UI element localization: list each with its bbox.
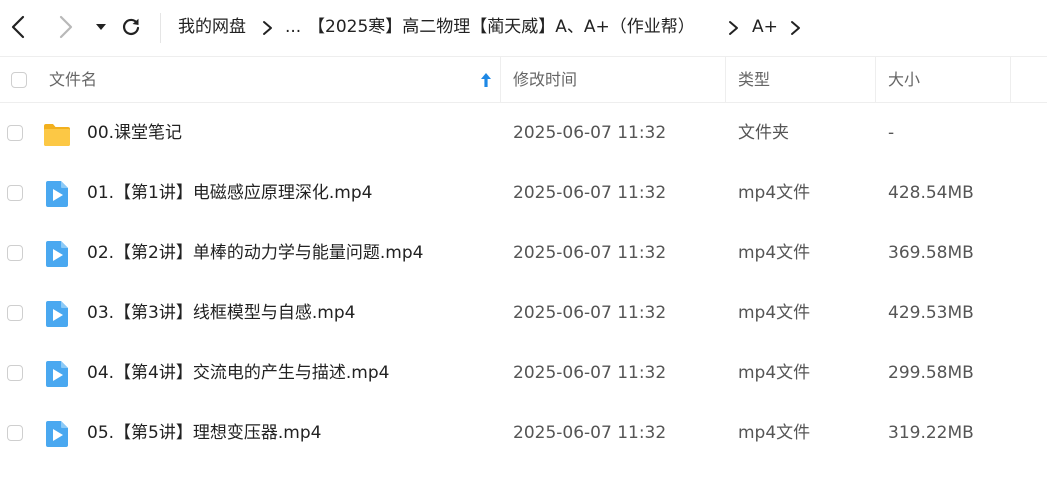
file-type: mp4文件 bbox=[738, 423, 811, 443]
caret-down-icon bbox=[96, 24, 106, 30]
column-divider[interactable] bbox=[500, 57, 501, 102]
column-divider[interactable] bbox=[725, 57, 726, 102]
file-size: 429.53MB bbox=[888, 303, 974, 323]
file-modified-time: 2025-06-07 11:32 bbox=[513, 363, 667, 383]
file-size: 428.54MB bbox=[888, 183, 974, 203]
row-checkbox[interactable] bbox=[7, 425, 23, 441]
video-file-icon bbox=[46, 241, 68, 267]
file-row-folder[interactable]: 00.课堂笔记 2025-06-07 11:32 文件夹 - bbox=[0, 103, 1047, 163]
file-type: mp4文件 bbox=[738, 243, 811, 263]
file-row-video[interactable]: 01.【第1讲】电磁感应原理深化.mp4 2025-06-07 11:32 mp… bbox=[0, 163, 1047, 223]
file-modified-time: 2025-06-07 11:32 bbox=[513, 243, 667, 263]
file-modified-time: 2025-06-07 11:32 bbox=[513, 183, 667, 203]
file-row-video[interactable]: 04.【第4讲】交流电的产生与描述.mp4 2025-06-07 11:32 m… bbox=[0, 343, 1047, 403]
column-divider[interactable] bbox=[875, 57, 876, 102]
file-modified-time: 2025-06-07 11:32 bbox=[513, 423, 667, 443]
file-row-video[interactable]: 05.【第5讲】理想变压器.mp4 2025-06-07 11:32 mp4文件… bbox=[0, 403, 1047, 463]
row-checkbox[interactable] bbox=[7, 125, 23, 141]
file-name[interactable]: 02.【第2讲】单棒的动力学与能量问题.mp4 bbox=[87, 223, 423, 283]
file-size: 299.58MB bbox=[888, 363, 974, 383]
file-type: mp4文件 bbox=[738, 363, 811, 383]
video-file-icon bbox=[46, 361, 68, 387]
row-checkbox[interactable] bbox=[7, 245, 23, 261]
navigation-toolbar: 我的网盘 ... 【2025寒】高二物理【蔺天威】A、A+（作业帮） A+ bbox=[0, 0, 1047, 57]
refresh-button[interactable] bbox=[118, 12, 144, 42]
breadcrumb-item-current[interactable]: A+ bbox=[752, 16, 778, 38]
back-button[interactable] bbox=[5, 12, 31, 42]
breadcrumb-separator-icon bbox=[263, 21, 272, 35]
file-name[interactable]: 04.【第4讲】交流电的产生与描述.mp4 bbox=[87, 343, 389, 403]
chevron-right-icon bbox=[59, 15, 73, 39]
breadcrumb-expand-icon[interactable] bbox=[789, 18, 803, 38]
row-checkbox[interactable] bbox=[7, 185, 23, 201]
video-file-icon bbox=[46, 181, 68, 207]
breadcrumb-item-course[interactable]: 【2025寒】高二物理【蔺天威】A、A+（作业帮） bbox=[308, 16, 695, 38]
file-modified-time: 2025-06-07 11:32 bbox=[513, 303, 667, 323]
file-type: 文件夹 bbox=[738, 123, 789, 143]
sort-up-arrow-icon[interactable] bbox=[478, 71, 494, 89]
file-size: 369.58MB bbox=[888, 243, 974, 263]
forward-button[interactable] bbox=[53, 12, 79, 42]
breadcrumb-item-root[interactable]: 我的网盘 bbox=[178, 16, 246, 38]
chevron-left-icon bbox=[11, 15, 25, 39]
file-type: mp4文件 bbox=[738, 183, 811, 203]
video-file-icon bbox=[46, 421, 68, 447]
file-name[interactable]: 03.【第3讲】线框模型与自感.mp4 bbox=[87, 283, 355, 343]
column-header-modified[interactable]: 修改时间 bbox=[513, 57, 577, 102]
breadcrumb-item-ellipsis[interactable]: ... bbox=[285, 16, 301, 38]
file-row-video[interactable]: 03.【第3讲】线框模型与自感.mp4 2025-06-07 11:32 mp4… bbox=[0, 283, 1047, 343]
column-header-type[interactable]: 类型 bbox=[738, 57, 770, 102]
file-row-video[interactable]: 02.【第2讲】单棒的动力学与能量问题.mp4 2025-06-07 11:32… bbox=[0, 223, 1047, 283]
column-header-name[interactable]: 文件名 bbox=[49, 57, 97, 102]
row-checkbox[interactable] bbox=[7, 365, 23, 381]
video-file-icon bbox=[46, 301, 68, 327]
breadcrumb-separator-icon bbox=[729, 21, 738, 35]
folder-icon bbox=[44, 124, 70, 146]
history-dropdown-button[interactable] bbox=[88, 12, 114, 42]
file-type: mp4文件 bbox=[738, 303, 811, 323]
column-divider[interactable] bbox=[1010, 57, 1011, 102]
file-name[interactable]: 05.【第5讲】理想变压器.mp4 bbox=[87, 403, 321, 463]
column-header-size[interactable]: 大小 bbox=[888, 57, 920, 102]
toolbar-divider bbox=[160, 13, 161, 43]
file-name[interactable]: 00.课堂笔记 bbox=[87, 103, 182, 163]
select-all-checkbox[interactable] bbox=[11, 72, 27, 88]
file-size: 319.22MB bbox=[888, 423, 974, 443]
file-size: - bbox=[888, 123, 895, 143]
file-modified-time: 2025-06-07 11:32 bbox=[513, 123, 667, 143]
refresh-icon bbox=[123, 18, 140, 35]
file-name[interactable]: 01.【第1讲】电磁感应原理深化.mp4 bbox=[87, 163, 372, 223]
row-checkbox[interactable] bbox=[7, 305, 23, 321]
file-list-header: 文件名 修改时间 类型 大小 bbox=[0, 57, 1047, 103]
